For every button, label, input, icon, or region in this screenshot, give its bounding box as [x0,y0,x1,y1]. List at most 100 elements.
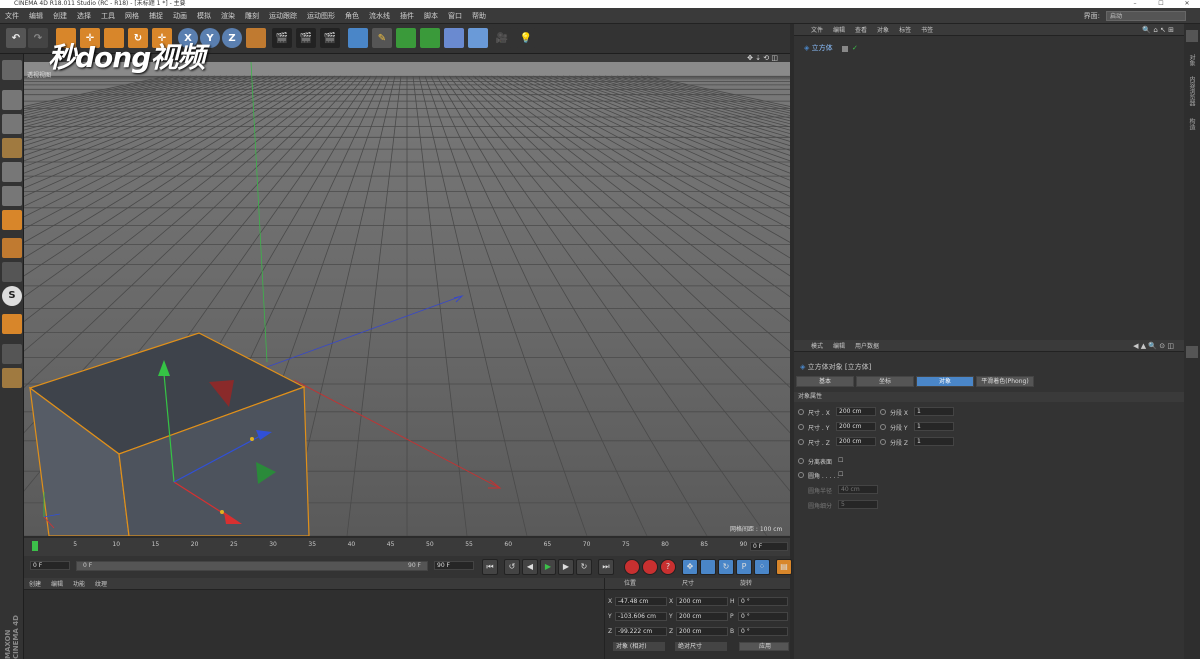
array-icon[interactable] [420,28,440,48]
size-value-field[interactable]: 200 cm [836,437,876,446]
polygons-mode-icon[interactable] [2,210,22,230]
tab-object[interactable]: 对象 [916,376,974,387]
playhead[interactable] [32,541,38,551]
enabled-check-icon[interactable]: ✓ [852,44,858,52]
texture-mode-icon[interactable] [2,114,22,134]
previous-frame-button[interactable]: ◀ [522,559,538,575]
axis-mode-icon[interactable] [2,238,22,258]
go-to-start-button[interactable]: ⏮ [482,559,498,575]
object-menu-item-2[interactable]: 查看 [850,27,872,34]
size-field[interactable]: 200 cm [676,627,728,636]
current-frame-field[interactable]: 0 F [750,542,788,551]
apply-button[interactable]: 应用 [739,642,789,651]
size-radio[interactable] [798,409,804,415]
fillet-check[interactable]: ☐ [838,471,843,478]
segment-value-field[interactable]: 1 [914,437,954,446]
menu-item-10[interactable]: 雕刻 [240,8,264,24]
menu-item-2[interactable]: 创建 [48,8,72,24]
tab-basic[interactable]: 基本 [796,376,854,387]
menu-item-11[interactable]: 运动跟踪 [264,8,302,24]
autokey-button[interactable] [642,559,658,575]
viewport-nav-icons[interactable]: ✥ ⇣ ⟲ ◫ [747,54,778,62]
timeline-window-button[interactable]: ▤ [776,559,792,575]
object-menu-item-4[interactable]: 标签 [894,27,916,34]
next-key-button[interactable]: ↻ [576,559,592,575]
size-mode-select[interactable]: 绝对尺寸 [675,642,727,651]
object-menu-item-1[interactable]: 编辑 [828,27,850,34]
menu-item-12[interactable]: 运动图形 [302,8,340,24]
material-menu-item-3[interactable]: 纹理 [90,581,112,588]
fillet-radio[interactable] [798,472,804,478]
attribute-menu-item-2[interactable]: 用户数据 [850,343,884,350]
render-settings-button[interactable]: 🎬 [320,28,340,48]
object-name[interactable]: 立方体 [812,44,833,52]
menu-item-9[interactable]: 渲染 [216,8,240,24]
panel-toggle-icon[interactable] [1186,30,1198,42]
menu-item-8[interactable]: 模拟 [192,8,216,24]
menu-item-3[interactable]: 选择 [72,8,96,24]
go-to-end-button[interactable]: ⏭ [598,559,614,575]
material-menu-item-0[interactable]: 创建 [24,581,46,588]
size-radio[interactable] [798,424,804,430]
segment-value-field[interactable]: 1 [914,422,954,431]
edges-mode-icon[interactable] [2,186,22,206]
coordinate-mode-select[interactable]: 对象 (相对) [613,642,665,651]
menu-item-1[interactable]: 编辑 [24,8,48,24]
tab-structure[interactable]: 构造 [1187,118,1196,130]
object-menu-item-0[interactable]: 文件 [806,27,828,34]
size-field[interactable]: 200 cm [676,612,728,621]
material-menu-item-2[interactable]: 功能 [68,581,90,588]
camera-icon[interactable]: 🎥 [492,28,512,48]
object-menu-item-3[interactable]: 对象 [872,27,894,34]
record-rotation-button[interactable]: ↻ [718,559,734,575]
end-frame-field[interactable]: 90 F [434,561,474,570]
locked-workplane-icon[interactable] [2,344,22,364]
timeline-ruler[interactable]: 051015202530354045505560657075808590 0 F [24,538,790,556]
tab-content-browser[interactable]: 内容浏览器 [1187,76,1196,106]
maximize-button[interactable]: ☐ [1148,0,1174,8]
render-view-button[interactable]: 🎬 [272,28,292,48]
perspective-viewport[interactable] [24,62,790,536]
record-scale-button[interactable] [700,559,716,575]
record-position-button[interactable]: ✥ [682,559,698,575]
minimize-button[interactable]: – [1122,0,1148,8]
size-value-field[interactable]: 200 cm [836,407,876,416]
segment-value-field[interactable]: 1 [914,407,954,416]
size-value-field[interactable]: 200 cm [836,422,876,431]
menu-item-7[interactable]: 动画 [168,8,192,24]
deformer-icon[interactable] [444,28,464,48]
segment-radio[interactable] [880,424,886,430]
menu-item-5[interactable]: 网格 [120,8,144,24]
visibility-icon[interactable] [842,46,848,52]
z-axis-button[interactable]: Z [222,28,242,48]
menu-item-4[interactable]: 工具 [96,8,120,24]
fillet-radius-field[interactable]: 40 cm [838,485,878,494]
make-editable-icon[interactable] [2,60,22,80]
cube-icon[interactable] [348,28,368,48]
menu-item-16[interactable]: 脚本 [419,8,443,24]
position-field[interactable]: -103.606 cm [615,612,667,621]
points-mode-icon[interactable] [2,162,22,182]
redo-button[interactable]: ↷ [28,28,48,48]
keyframe-selection-button[interactable]: ? [660,559,676,575]
tweak-mode-icon[interactable] [2,262,22,282]
undo-button[interactable]: ↶ [6,28,26,48]
menu-item-14[interactable]: 流水线 [364,8,395,24]
record-button[interactable] [624,559,640,575]
record-parameter-button[interactable]: P [736,559,752,575]
segment-radio[interactable] [880,439,886,445]
attribute-menu-item-0[interactable]: 模式 [806,343,828,350]
position-field[interactable]: -99.222 cm [615,627,667,636]
menu-item-13[interactable]: 角色 [340,8,364,24]
planar-workplane-icon[interactable] [2,368,22,388]
workplane-mode-icon[interactable] [2,138,22,158]
attribute-nav-icons[interactable]: ◀ ▲ 🔍 ⊙ ◫ [1133,342,1174,350]
segment-radio[interactable] [880,409,886,415]
position-field[interactable]: -47.48 cm [615,597,667,606]
menu-item-18[interactable]: 帮助 [467,8,491,24]
floor-icon[interactable] [468,28,488,48]
rotation-field[interactable]: 0 ° [738,612,788,621]
subdivision-icon[interactable] [396,28,416,48]
tab-objects[interactable]: 对象 [1187,54,1196,66]
object-row[interactable]: ◈ 立方体 [804,44,833,53]
